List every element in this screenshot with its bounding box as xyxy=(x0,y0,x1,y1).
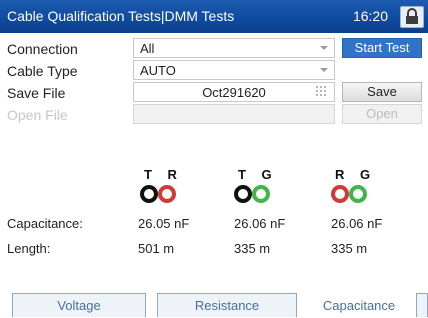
capacitance-value-tg: 26.06 nF xyxy=(234,216,286,231)
length-value-rg: 335 m xyxy=(331,241,368,256)
tab-bar: Voltage Resistance Capacitance xyxy=(12,293,428,317)
title-bar: Cable Qualification Tests|DMM Tests 16:2… xyxy=(0,0,428,33)
pair-tip-ring: T R xyxy=(138,167,208,207)
pair-letters: T R xyxy=(144,167,183,182)
start-test-button[interactable]: Start Test xyxy=(342,38,422,58)
window-title: Cable Qualification Tests|DMM Tests xyxy=(7,8,235,24)
save-file-label: Save File xyxy=(7,85,66,101)
probe-pair-icon xyxy=(331,185,367,203)
capacitance-value-rg: 26.06 nF xyxy=(331,216,383,231)
probe-pair-icon xyxy=(140,185,176,203)
pair-tip-ground: T G xyxy=(232,167,302,207)
cable-type-row: Cable Type AUTO xyxy=(0,60,428,80)
save-file-row: Save File Oct291620 Save xyxy=(0,82,428,102)
cable-type-select[interactable]: AUTO xyxy=(133,60,335,80)
save-button[interactable]: Save xyxy=(342,82,422,102)
keyboard-icon[interactable] xyxy=(316,86,328,101)
lock-icon[interactable] xyxy=(400,6,424,28)
cable-type-value: AUTO xyxy=(140,63,176,78)
capacitance-label: Capacitance: xyxy=(7,216,83,231)
cable-type-label: Cable Type xyxy=(7,63,78,79)
connection-row: Connection All Start Test xyxy=(0,38,428,58)
pair-letters: R G xyxy=(335,167,377,182)
length-value-tr: 501 m xyxy=(138,241,175,256)
save-file-field[interactable]: Oct291620 xyxy=(133,82,335,102)
open-button[interactable]: Open xyxy=(342,104,422,124)
probe-pair-icon xyxy=(234,185,270,203)
tab-resistance[interactable]: Resistance xyxy=(157,293,297,317)
length-label: Length: xyxy=(7,241,51,256)
tab-more[interactable] xyxy=(416,293,428,317)
length-value-tg: 335 m xyxy=(234,241,271,256)
open-file-row: Open File Open xyxy=(0,104,428,124)
connection-select[interactable]: All xyxy=(133,38,335,58)
tab-capacitance[interactable]: Capacitance xyxy=(306,293,412,317)
connection-value: All xyxy=(140,41,155,56)
tab-voltage[interactable]: Voltage xyxy=(12,293,146,317)
chevron-down-icon xyxy=(320,46,328,50)
capacitance-value-tr: 26.05 nF xyxy=(138,216,190,231)
clock: 16:20 xyxy=(352,8,388,24)
connection-label: Connection xyxy=(7,41,78,57)
open-file-label: Open File xyxy=(7,107,68,123)
save-file-value: Oct291620 xyxy=(202,85,266,100)
pair-letters: T G xyxy=(238,167,278,182)
chevron-down-icon xyxy=(320,68,328,72)
pair-ring-ground: R G xyxy=(329,167,399,207)
open-file-field[interactable] xyxy=(133,104,335,124)
